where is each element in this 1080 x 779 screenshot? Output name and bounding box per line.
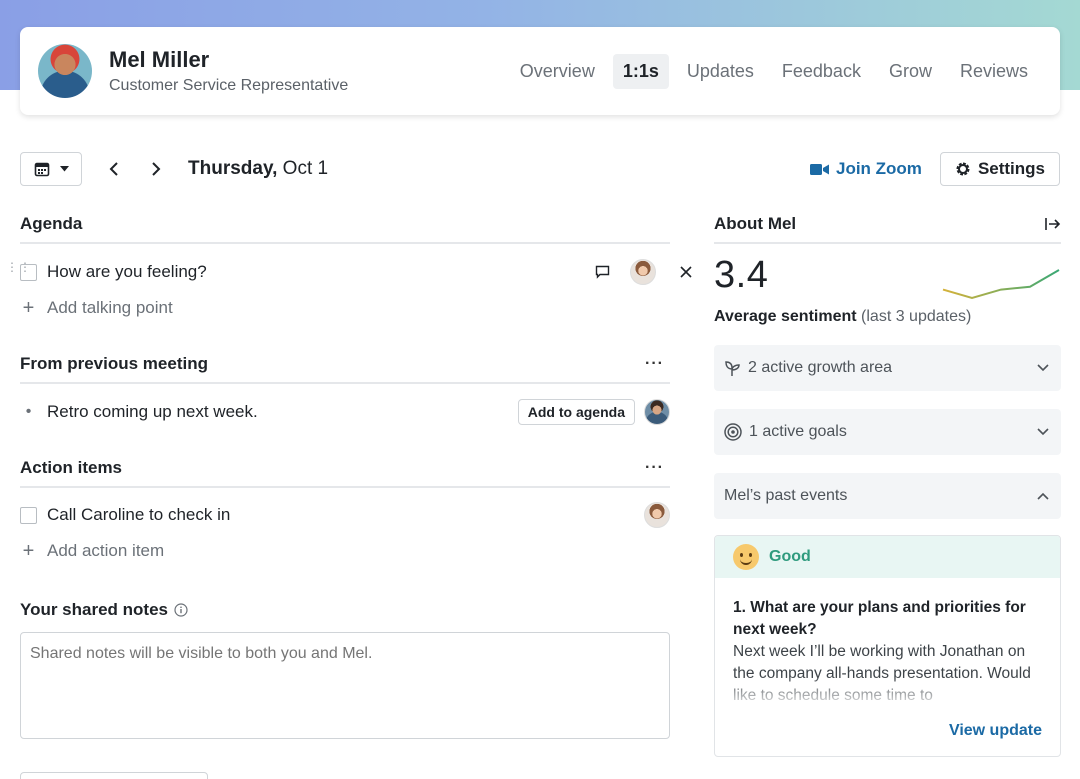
event-status: Good: [769, 548, 811, 566]
chevron-down-icon: [1037, 428, 1049, 436]
assignee-avatar[interactable]: [644, 502, 670, 528]
join-zoom-label: Join Zoom: [836, 159, 922, 179]
action-item-checkbox[interactable]: [20, 507, 37, 524]
previous-meeting-title: From previous meeting: [20, 354, 208, 374]
profile-role: Customer Service Representative: [109, 77, 348, 95]
add-talking-point-button[interactable]: + Add talking point: [20, 290, 670, 326]
action-items-title: Action items: [20, 458, 122, 478]
event-status-bar: Good: [715, 536, 1060, 578]
assignee-avatar[interactable]: [630, 259, 656, 285]
calendar-icon: [34, 161, 50, 177]
event-question: 1. What are your plans and priorities fo…: [733, 597, 1042, 641]
past-events-accordion[interactable]: Mel’s past events: [714, 473, 1061, 519]
past-events-label: Mel’s past events: [724, 487, 847, 505]
goals-accordion[interactable]: 1 active goals: [714, 409, 1061, 455]
past-event-card: Good 1. What are your plans and prioriti…: [714, 535, 1061, 757]
video-camera-icon: [810, 163, 829, 176]
settings-button[interactable]: Settings: [940, 152, 1060, 186]
add-to-agenda-button[interactable]: Add to agenda: [518, 399, 635, 425]
add-talking-point-label: Add talking point: [47, 298, 173, 318]
info-icon[interactable]: [174, 603, 188, 617]
agenda-item-text: How are you feeling?: [47, 262, 207, 282]
join-zoom-link[interactable]: Join Zoom: [810, 159, 922, 179]
bullet-icon: •: [20, 403, 37, 421]
action-item-text: Call Caroline to check in: [47, 505, 230, 525]
tab-reviews[interactable]: Reviews: [950, 54, 1038, 89]
tab-1-1s[interactable]: 1:1s: [613, 54, 669, 89]
shared-notes-input[interactable]: [20, 632, 670, 739]
tab-updates[interactable]: Updates: [677, 54, 764, 89]
plus-icon: +: [20, 540, 37, 563]
sentiment-label: Average sentiment (last 3 updates): [714, 308, 1061, 326]
previous-item-text: Retro coming up next week.: [47, 402, 258, 422]
comment-icon[interactable]: [595, 265, 610, 279]
meeting-toolbar: Thursday, Oct 1 Join Zoom Settings: [20, 152, 1060, 186]
about-panel: About Mel 3.4 Average sentiment (last 3 …: [714, 206, 1061, 757]
meeting-date: Thursday, Oct 1: [188, 158, 328, 180]
chevron-up-icon: [1037, 492, 1049, 500]
drag-handle-icon[interactable]: ⋮⋮: [6, 264, 32, 270]
agenda-header: Agenda: [20, 206, 670, 244]
sparkline-series: [943, 270, 1059, 298]
action-item[interactable]: Call Caroline to check in: [20, 497, 670, 533]
caret-down-icon: [60, 166, 69, 172]
goals-label: 1 active goals: [749, 423, 847, 441]
growth-area-label: 2 active growth area: [748, 359, 892, 377]
chevron-left-icon: [109, 162, 119, 176]
calendar-button[interactable]: [20, 152, 82, 186]
action-items-header: Action items ···: [20, 450, 670, 488]
chevron-down-icon: [1037, 364, 1049, 372]
previous-item: • Retro coming up next week. Add to agen…: [20, 394, 670, 430]
shared-notes-title: Your shared notes: [20, 600, 168, 620]
profile-info: Mel Miller Customer Service Representati…: [109, 47, 348, 95]
sentiment-summary: 3.4: [714, 254, 1061, 306]
more-options-icon[interactable]: ···: [645, 355, 664, 373]
add-action-item-label: Add action item: [47, 541, 164, 561]
about-header: About Mel: [714, 206, 1061, 244]
gear-icon: [955, 161, 971, 177]
next-date-button[interactable]: [146, 159, 166, 179]
previous-meeting-header: From previous meeting ···: [20, 346, 670, 384]
collapse-panel-icon[interactable]: [1045, 217, 1061, 231]
fade-overlay: [715, 676, 1060, 716]
tab-grow[interactable]: Grow: [879, 54, 942, 89]
target-icon: [724, 423, 742, 441]
agenda-item[interactable]: ⋮⋮ How are you feeling?: [20, 254, 670, 290]
plus-icon: +: [20, 297, 37, 320]
chevron-right-icon: [151, 162, 161, 176]
add-action-item-button[interactable]: + Add action item: [20, 533, 670, 569]
tab-overview[interactable]: Overview: [510, 54, 605, 89]
bottom-button[interactable]: [20, 772, 208, 779]
agenda-title: Agenda: [20, 214, 82, 234]
previous-date-button[interactable]: [104, 159, 124, 179]
sprout-icon: [724, 360, 741, 377]
smiley-icon: [733, 544, 759, 570]
sentiment-sparkline: [941, 268, 1061, 300]
assignee-avatar[interactable]: [644, 399, 670, 425]
profile-tabs: Overview 1:1s Updates Feedback Grow Revi…: [506, 54, 1042, 89]
profile-header: Mel Miller Customer Service Representati…: [20, 27, 1060, 115]
about-title: About Mel: [714, 214, 796, 234]
shared-notes-header: Your shared notes: [20, 600, 670, 620]
growth-area-accordion[interactable]: 2 active growth area: [714, 345, 1061, 391]
settings-label: Settings: [978, 159, 1045, 179]
tab-feedback[interactable]: Feedback: [772, 54, 871, 89]
more-options-icon[interactable]: ···: [645, 459, 664, 477]
profile-name: Mel Miller: [109, 47, 348, 73]
view-update-link[interactable]: View update: [939, 722, 1042, 740]
close-icon[interactable]: [680, 266, 692, 278]
meeting-content: Agenda ⋮⋮ How are you feeling? + Add tal…: [20, 206, 670, 744]
avatar[interactable]: [38, 44, 92, 98]
